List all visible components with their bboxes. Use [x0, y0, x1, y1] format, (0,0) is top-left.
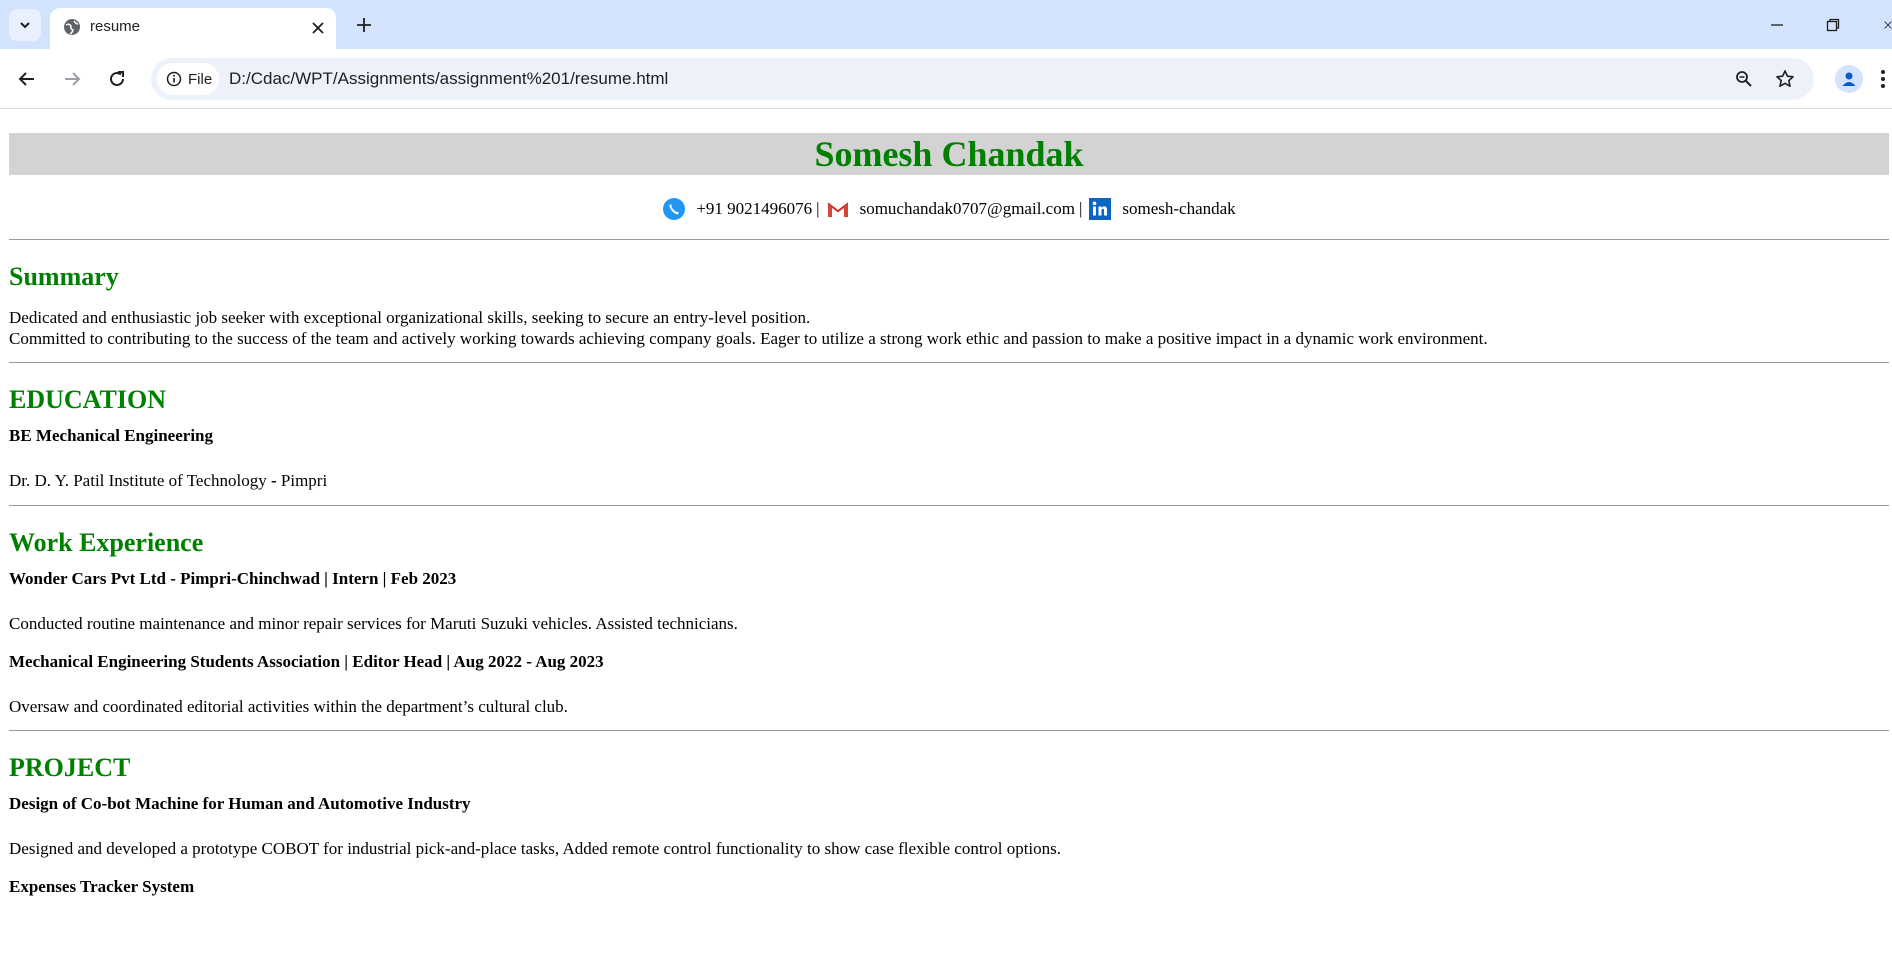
- close-icon: [1884, 21, 1892, 29]
- contact-separator: |: [816, 199, 820, 218]
- reload-icon: [110, 71, 124, 86]
- gmail-icon: [826, 197, 850, 221]
- resume-name: Somesh Chandak: [9, 133, 1889, 175]
- linkedin-icon: [1088, 197, 1112, 221]
- contact-phone: +91 9021496076: [696, 199, 813, 218]
- contact-email[interactable]: somuchandak0707@gmail.com: [860, 199, 1075, 219]
- project-title: Expenses Tracker System: [9, 877, 195, 896]
- chevron-down-icon: [20, 22, 30, 29]
- page-viewport: Somesh Chandak +91 9021496076 | somuchan…: [0, 109, 1892, 977]
- summary-heading: Summary: [9, 262, 119, 291]
- project-description: Designed and developed a prototype COBOT…: [9, 839, 1062, 858]
- phone-icon: [662, 197, 686, 221]
- reload-button[interactable]: [102, 64, 132, 94]
- tab-search-button[interactable]: [9, 9, 41, 41]
- tab-title: resume: [90, 18, 141, 35]
- forward-button[interactable]: [57, 64, 87, 94]
- browser-toolbar: File D:/Cdac/WPT/Assignments/assignment%…: [0, 49, 1892, 109]
- zoom-icon: [1736, 71, 1752, 87]
- avatar-icon: [1842, 72, 1856, 86]
- profile-button[interactable]: [1835, 65, 1863, 93]
- section-divider: [9, 362, 1889, 363]
- arrow-right-icon: [65, 72, 81, 86]
- resume: Somesh Chandak +91 9021496076 | somuchan…: [9, 109, 1889, 897]
- experience-heading: Work Experience: [9, 528, 204, 557]
- restore-icon: [1826, 18, 1840, 32]
- experience-title: Mechanical Engineering Students Associat…: [9, 652, 604, 671]
- tab-close-button[interactable]: [308, 18, 328, 38]
- project-heading: PROJECT: [9, 753, 131, 782]
- close-icon: [312, 22, 324, 34]
- back-button[interactable]: [12, 64, 42, 94]
- minimize-icon: [1771, 24, 1783, 26]
- education-heading: EDUCATION: [9, 385, 166, 414]
- minimize-button[interactable]: [1764, 12, 1790, 38]
- contact-line: +91 9021496076 | somuchandak0707@gmail.c…: [9, 197, 1889, 221]
- section-divider: [9, 239, 1889, 240]
- new-tab-button[interactable]: [352, 13, 376, 37]
- contact-separator: |: [1078, 199, 1083, 218]
- contact-linkedin[interactable]: somesh-chandak: [1122, 199, 1235, 219]
- plus-icon: [357, 18, 371, 32]
- arrow-left-icon: [18, 72, 34, 86]
- education-dash: -: [266, 471, 281, 490]
- experience-description: Conducted routine maintenance and minor …: [9, 614, 738, 633]
- education-degree: BE Mechanical Engineering: [9, 426, 213, 445]
- info-icon: [166, 71, 182, 87]
- bookmark-button[interactable]: [1772, 66, 1798, 92]
- summary-line: Committed to contributing to the success…: [9, 329, 1488, 348]
- zoom-button[interactable]: [1731, 66, 1757, 92]
- summary-text: Dedicated and enthusiastic job seeker wi…: [9, 307, 1889, 349]
- section-divider: [9, 505, 1889, 506]
- star-icon: [1776, 70, 1794, 87]
- site-info-button[interactable]: File: [157, 63, 219, 95]
- site-info-label: File: [188, 70, 213, 88]
- summary-line: Dedicated and enthusiastic job seeker wi…: [9, 308, 811, 327]
- project-title: Design of Co-bot Machine for Human and A…: [9, 794, 471, 813]
- experience-title: Wonder Cars Pvt Ltd - Pimpri-Chinchwad |…: [9, 569, 457, 588]
- experience-description: Oversaw and coordinated editorial activi…: [9, 697, 568, 716]
- close-window-button[interactable]: [1872, 12, 1892, 38]
- education-location: Pimpri: [280, 471, 328, 490]
- section-divider: [9, 730, 1889, 731]
- education-institute: Dr. D. Y. Patil Institute of Technology: [9, 471, 267, 490]
- globe-icon: [64, 19, 80, 35]
- tab-resume[interactable]: resume: [50, 8, 336, 49]
- tab-strip: resume: [0, 0, 1892, 49]
- browser-menu-button[interactable]: [1878, 65, 1888, 93]
- url-text[interactable]: D:/Cdac/WPT/Assignments/assignment%201/r…: [229, 69, 668, 89]
- more-vert-icon: [1881, 70, 1885, 88]
- restore-button[interactable]: [1820, 12, 1846, 38]
- education-institute-line: Dr. D. Y. Patil Institute of Technology …: [9, 470, 1889, 491]
- address-bar[interactable]: File D:/Cdac/WPT/Assignments/assignment%…: [151, 58, 1814, 100]
